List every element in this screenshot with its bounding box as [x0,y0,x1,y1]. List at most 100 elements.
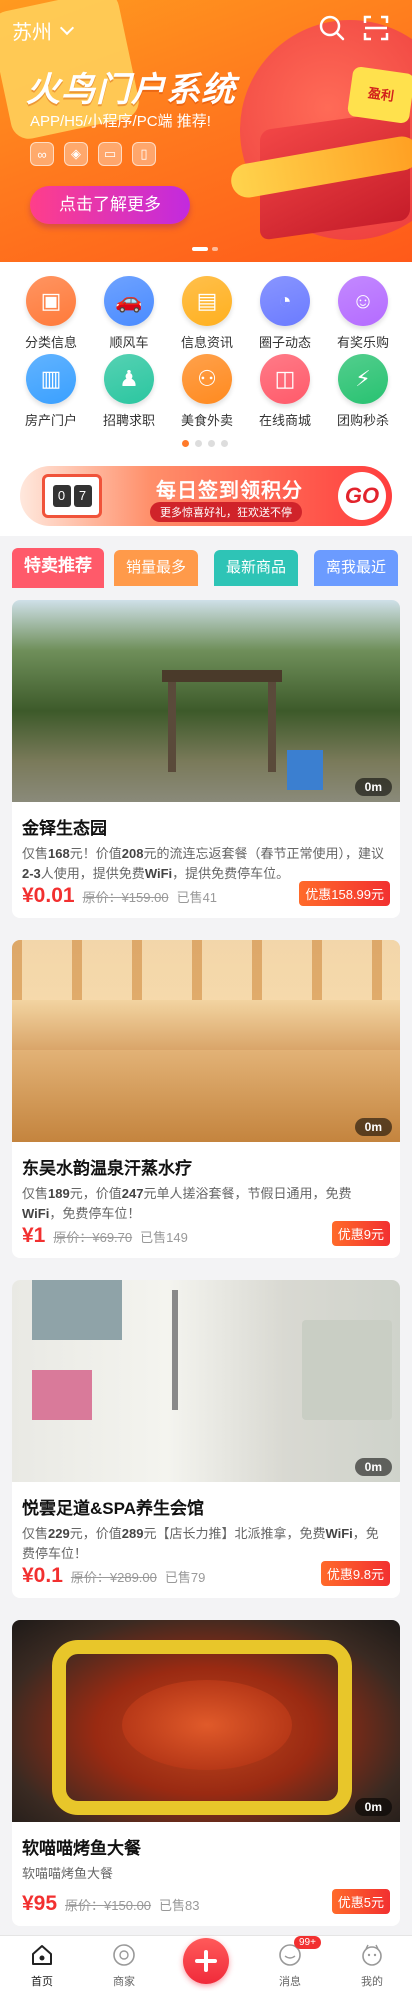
scan-icon[interactable] [362,14,390,42]
learn-more-button[interactable]: 点击了解更多 [30,186,190,224]
category-item[interactable]: ⚡ 团购秒杀 [324,354,402,429]
banner-dot[interactable] [192,247,208,251]
post-button[interactable] [183,1938,229,1984]
go-button[interactable]: GO [338,472,386,520]
nav-label: 消息 [279,1976,301,1988]
description-text: 289 [121,1526,144,1541]
listing-card[interactable]: 0m 软喵喵烤鱼大餐 软喵喵烤鱼大餐 ¥95 原价：¥150.00 已售83 优惠5元 [12,1620,400,1926]
category-label: 房产门户 [24,413,77,428]
original-price: 原价：¥159.00 [82,890,169,905]
nav-messages[interactable]: 99+ 消息 [260,1936,321,1989]
category-item[interactable]: ⚇ 美食外卖 [168,354,246,429]
category-item[interactable]: ▥ 房产门户 [12,354,90,429]
category-item[interactable]: ☺ 有奖乐购 [324,276,402,351]
news-icon: ▤ [182,276,232,326]
search-icon[interactable] [318,14,346,42]
listing-title[interactable]: 东吴水韵温泉汗蒸水疗 [22,1154,192,1179]
listing-title[interactable]: 悦雲足道&SPA养生会馆 [22,1494,204,1519]
category-item[interactable]: ▣ 分类信息 [12,276,90,351]
category-dot[interactable] [221,440,228,447]
nav-store[interactable]: 商家 [94,1942,154,1989]
profile-icon [362,1944,382,1966]
nav-profile[interactable]: 我的 [342,1942,402,1989]
listing-card[interactable]: 0m 东吴水韵温泉汗蒸水疗仅售189元，价值247元单人搓浴套餐，节假日通用，免费… [12,940,400,1258]
store-icon [113,1944,135,1966]
price-row: ¥0.01 原价：¥159.00 已售41 [22,884,217,908]
calendar-icon: 0 7 [42,474,102,518]
tab-3[interactable]: 最新商品 [214,550,298,586]
category-item[interactable]: ♟ 招聘求职 [90,354,168,429]
product-tabs: 特卖推荐 销量最多 最新商品 离我最近 [0,536,412,596]
discount-badge: 优惠9.8元 [320,1561,390,1586]
listing-photo[interactable]: 0m [12,600,400,802]
listing-card[interactable]: 0m 金铎生态园 仅售168元！价值208元的流连忘返套餐（春节正常使用），建议 2-… [12,600,400,918]
person-icon: ♟ [104,354,154,404]
monitor-icon: ▭ [98,142,122,166]
description-text: 168 [48,846,70,861]
signin-subtitle: 更多惊喜好礼，狂欢送不停 [150,502,302,522]
banner-dot[interactable] [212,247,218,251]
link-icon: ∞ [30,142,54,166]
category-label: 分类信息 [24,335,77,350]
description-text: 元，价值 [69,1526,122,1541]
category-pagination [182,440,228,447]
description-text: WiFi [22,1206,50,1221]
listing-card[interactable]: 0m 悦雲足道&SPA养生会馆仅售229元，价值289元【店长力推】北派推拿，免费… [12,1280,400,1598]
listing-photo[interactable]: 0m [12,940,400,1142]
listing-description: 仅售189元，价值247元单人搓浴套餐，节假日通用，免费 WiFi，免费停车位！ [22,1184,390,1224]
tab-2[interactable]: 销量最多 [114,550,198,586]
category-item[interactable]: 🚗 顺风车 [90,276,168,351]
daily-signin-banner[interactable]: 0 7 每日签到领积分 更多惊喜好礼，狂欢送不停 GO [20,466,392,526]
category-label: 招聘求职 [102,413,155,428]
tab-1[interactable]: 特卖推荐 [12,548,104,588]
category-label: 信息资讯 [180,335,233,350]
nav-label: 商家 [113,1976,135,1988]
category-label: 团购秒杀 [336,413,389,428]
description-text: 人使用，提供免费 [40,866,145,881]
discount-badge: 优惠5元 [331,1889,390,1914]
description-text: 仅售 [22,846,49,861]
category-item[interactable]: ◔ 圈子动态 [246,276,324,351]
listing-photo[interactable]: 0m [12,1280,400,1482]
calendar-digit: 7 [73,485,92,507]
distance-badge: 0m [354,1458,392,1476]
description-text: 元的流连忘返套餐（春节正常使用），建议 [143,846,384,861]
category-grid: ▣ 分类信息 🚗 顺风车 ▤ 信息资讯 ◔ 圈子动态 ☺ 有奖乐购 ▥ 房产门户 ♟ 招聘求职 ⚇ 美食外卖 ◫… [0,262,412,460]
listing-description: 仅售229元，价值289元【店长力推】北派推拿，免费WiFi，免费停车位！ [22,1524,390,1564]
listing-photo[interactable]: 0m [12,1620,400,1822]
description-text: 229 [48,1526,70,1541]
price-row: ¥0.1 原价：¥289.00 已售79 [22,1564,205,1588]
category-item[interactable]: ◫ 在线商城 [246,354,324,429]
current-price: ¥0.01 [22,884,75,907]
food-icon: ⚇ [182,354,232,404]
sold-count: 已售149 [140,1230,188,1245]
hero-banner[interactable]: 盈利 苏州 火鸟门户系统 APP/H5/小程序/PC端 推荐! ∞ ◈ ▭ ▯ … [0,0,412,262]
category-dot[interactable] [195,440,202,447]
gift-face-icon: ☺ [338,276,388,326]
category-item[interactable]: ▤ 信息资讯 [168,276,246,351]
nav-label: 首页 [31,1976,53,1988]
category-dot[interactable] [208,440,215,447]
city-selector[interactable]: 苏州 [12,16,75,45]
tab-4[interactable]: 离我最近 [314,550,398,586]
description-text: 元，价值 [69,1186,122,1201]
listing-title[interactable]: 软喵喵烤鱼大餐 [22,1834,141,1859]
sold-count: 已售79 [164,1570,206,1585]
signin-title: 每日签到领积分 [156,480,303,502]
daily-signin-section: 0 7 每日签到领积分 更多惊喜好礼，狂欢送不停 GO [0,460,412,536]
nav-home[interactable]: 首页 [12,1942,72,1989]
box-icon: ▣ [26,276,76,326]
distance-badge: 0m [354,1118,392,1136]
car-icon: 🚗 [104,276,154,326]
platform-icons: ∞ ◈ ▭ ▯ [30,142,156,166]
banner-title: 火鸟门户系统 [26,71,236,109]
category-dot[interactable] [182,440,189,447]
category-label: 美食外卖 [180,413,233,428]
nav-label: 我的 [361,1976,383,1988]
price-row: ¥95 原价：¥150.00 已售83 [22,1892,200,1916]
description-text: 208 [121,846,144,861]
original-price: 原价：¥150.00 [65,1898,152,1913]
original-price: 原价：¥289.00 [70,1570,157,1585]
listing-title[interactable]: 金铎生态园 [22,814,107,839]
category-label: 在线商城 [258,413,311,428]
